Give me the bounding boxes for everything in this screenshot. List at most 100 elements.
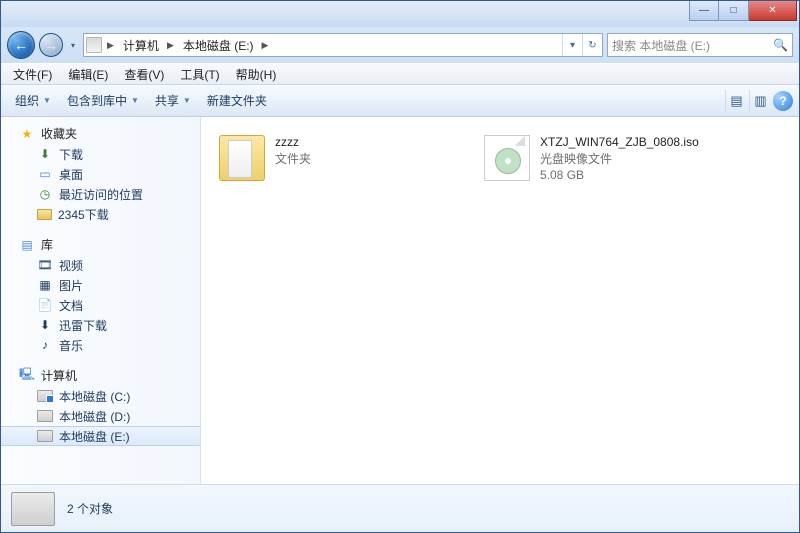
- video-icon: 🎞: [37, 257, 53, 273]
- file-size: 5.08 GB: [540, 168, 699, 182]
- iso-icon: [484, 135, 530, 181]
- file-item-iso[interactable]: XTZJ_WIN764_ZJB_0808.iso 光盘映像文件 5.08 GB: [478, 131, 733, 189]
- breadcrumb-computer[interactable]: 计算机: [117, 34, 164, 56]
- search-icon[interactable]: 🔍: [773, 38, 788, 52]
- address-bar[interactable]: ▶ 计算机 ▶ 本地磁盘 (E:) ▶ ▾ ↻: [83, 33, 603, 57]
- favorites-section: ★ 收藏夹 ⬇ 下载 ▭ 桌面 ◷ 最近访问的位置: [1, 123, 200, 224]
- sidebar-item-xunlei[interactable]: ⬇ 迅雷下载: [1, 315, 200, 335]
- sidebar-item-label: 本地磁盘 (C:): [59, 388, 130, 405]
- sidebar-item-pictures[interactable]: ▦ 图片: [1, 275, 200, 295]
- menu-bar: 文件(F) 编辑(E) 查看(V) 工具(T) 帮助(H): [1, 63, 799, 85]
- details-pane: 2 个对象: [1, 484, 799, 532]
- folder-icon: [219, 135, 265, 181]
- sidebar-item-label: 迅雷下载: [59, 317, 107, 334]
- minimize-button[interactable]: —: [689, 1, 719, 21]
- explorer-window: — □ ✕ ← → ▾ ▶ 计算机 ▶ 本地磁盘 (E:) ▶ ▾ ↻ 搜索 本…: [0, 0, 800, 533]
- sidebar-item-recent[interactable]: ◷ 最近访问的位置: [1, 184, 200, 204]
- new-folder-button[interactable]: 新建文件夹: [199, 88, 275, 113]
- desktop-icon: ▭: [37, 166, 53, 182]
- forward-button[interactable]: →: [39, 33, 63, 57]
- sidebar-item-drive-e[interactable]: 本地磁盘 (E:): [1, 426, 200, 446]
- xunlei-icon: ⬇: [37, 317, 53, 333]
- libraries-section: ▤ 库 🎞 视频 ▦ 图片 📄 文档: [1, 234, 200, 355]
- details-summary: 2 个对象: [67, 500, 113, 517]
- sidebar-item-label: 视频: [59, 257, 83, 274]
- caption-buttons: — □ ✕: [689, 1, 797, 21]
- sidebar-item-music[interactable]: ♪ 音乐: [1, 335, 200, 355]
- sidebar-item-videos[interactable]: 🎞 视频: [1, 255, 200, 275]
- share-button[interactable]: 共享▼: [147, 88, 199, 113]
- preview-pane-button[interactable]: ▥: [749, 90, 771, 112]
- library-icon: ▤: [19, 237, 35, 253]
- menu-help[interactable]: 帮助(H): [228, 64, 285, 85]
- close-button[interactable]: ✕: [749, 1, 797, 21]
- sidebar-item-desktop[interactable]: ▭ 桌面: [1, 164, 200, 184]
- maximize-button[interactable]: □: [719, 1, 749, 21]
- history-dropdown[interactable]: ▾: [67, 36, 79, 54]
- drive-icon: [37, 410, 53, 422]
- sidebar-item-downloads[interactable]: ⬇ 下载: [1, 144, 200, 164]
- drive-icon: [37, 390, 53, 402]
- menu-edit[interactable]: 编辑(E): [60, 64, 116, 85]
- sidebar-item-label: 图片: [59, 277, 83, 294]
- breadcrumb-arrow-icon[interactable]: ▶: [259, 40, 272, 51]
- sidebar-item-2345-download[interactable]: 2345下载: [1, 204, 200, 224]
- sidebar-item-label: 本地磁盘 (D:): [59, 408, 130, 425]
- computer-icon: 🖳: [19, 368, 35, 384]
- view-mode-button[interactable]: ▤: [725, 90, 747, 112]
- drive-thumb-icon: [11, 492, 55, 526]
- organize-button[interactable]: 组织▼: [7, 88, 59, 113]
- include-in-library-button[interactable]: 包含到库中▼: [59, 88, 147, 113]
- search-placeholder: 搜索 本地磁盘 (E:): [612, 37, 710, 54]
- drive-icon: [86, 37, 102, 53]
- file-name: XTZJ_WIN764_ZJB_0808.iso: [540, 135, 699, 149]
- refresh-button[interactable]: ↻: [582, 34, 602, 56]
- menu-view[interactable]: 查看(V): [116, 64, 172, 85]
- favorites-header[interactable]: ★ 收藏夹: [1, 123, 200, 144]
- pictures-icon: ▦: [37, 277, 53, 293]
- nav-row: ← → ▾ ▶ 计算机 ▶ 本地磁盘 (E:) ▶ ▾ ↻ 搜索 本地磁盘 (E…: [1, 27, 799, 63]
- download-icon: ⬇: [37, 146, 53, 162]
- computer-header[interactable]: 🖳 计算机: [1, 365, 200, 386]
- folder-icon: [37, 209, 52, 220]
- file-type: 文件夹: [275, 150, 311, 167]
- libraries-label: 库: [41, 236, 53, 253]
- recent-icon: ◷: [37, 186, 53, 202]
- menu-file[interactable]: 文件(F): [5, 64, 60, 85]
- sidebar-item-drive-d[interactable]: 本地磁盘 (D:): [1, 406, 200, 426]
- favorites-label: 收藏夹: [41, 125, 77, 142]
- documents-icon: 📄: [37, 297, 53, 313]
- libraries-header[interactable]: ▤ 库: [1, 234, 200, 255]
- body: ★ 收藏夹 ⬇ 下载 ▭ 桌面 ◷ 最近访问的位置: [1, 117, 799, 484]
- sidebar-item-label: 2345下载: [58, 206, 109, 223]
- menu-tools[interactable]: 工具(T): [172, 64, 227, 85]
- sidebar-item-drive-c[interactable]: 本地磁盘 (C:): [1, 386, 200, 406]
- navigation-pane: ★ 收藏夹 ⬇ 下载 ▭ 桌面 ◷ 最近访问的位置: [1, 117, 201, 484]
- file-list[interactable]: zzzz 文件夹 XTZJ_WIN764_ZJB_0808.iso 光盘映像文件…: [201, 117, 799, 484]
- toolbar: 组织▼ 包含到库中▼ 共享▼ 新建文件夹 ▤ ▥ ?: [1, 85, 799, 117]
- sidebar-item-label: 音乐: [59, 337, 83, 354]
- file-item-folder[interactable]: zzzz 文件夹: [213, 131, 468, 189]
- breadcrumb-drive-e[interactable]: 本地磁盘 (E:): [177, 34, 259, 56]
- file-name: zzzz: [275, 135, 311, 149]
- sidebar-item-label: 本地磁盘 (E:): [59, 428, 130, 445]
- music-icon: ♪: [37, 337, 53, 353]
- sidebar-item-label: 下载: [59, 146, 83, 163]
- breadcrumb-arrow-icon[interactable]: ▶: [164, 40, 177, 51]
- computer-section: 🖳 计算机 本地磁盘 (C:) 本地磁盘 (D:) 本地磁盘 (E:): [1, 365, 200, 446]
- file-type: 光盘映像文件: [540, 150, 699, 167]
- sidebar-item-label: 文档: [59, 297, 83, 314]
- sidebar-item-label: 最近访问的位置: [59, 186, 143, 203]
- drive-icon: [37, 430, 53, 442]
- breadcrumb-arrow-icon[interactable]: ▶: [104, 40, 117, 51]
- computer-label: 计算机: [41, 367, 77, 384]
- back-button[interactable]: ←: [7, 31, 35, 59]
- star-icon: ★: [19, 126, 35, 142]
- sidebar-item-label: 桌面: [59, 166, 83, 183]
- titlebar: — □ ✕: [1, 1, 799, 27]
- help-button[interactable]: ?: [773, 91, 793, 111]
- address-dropdown[interactable]: ▾: [562, 34, 582, 56]
- search-input[interactable]: 搜索 本地磁盘 (E:) 🔍: [607, 33, 793, 57]
- content-area: zzzz 文件夹 XTZJ_WIN764_ZJB_0808.iso 光盘映像文件…: [201, 117, 799, 484]
- sidebar-item-documents[interactable]: 📄 文档: [1, 295, 200, 315]
